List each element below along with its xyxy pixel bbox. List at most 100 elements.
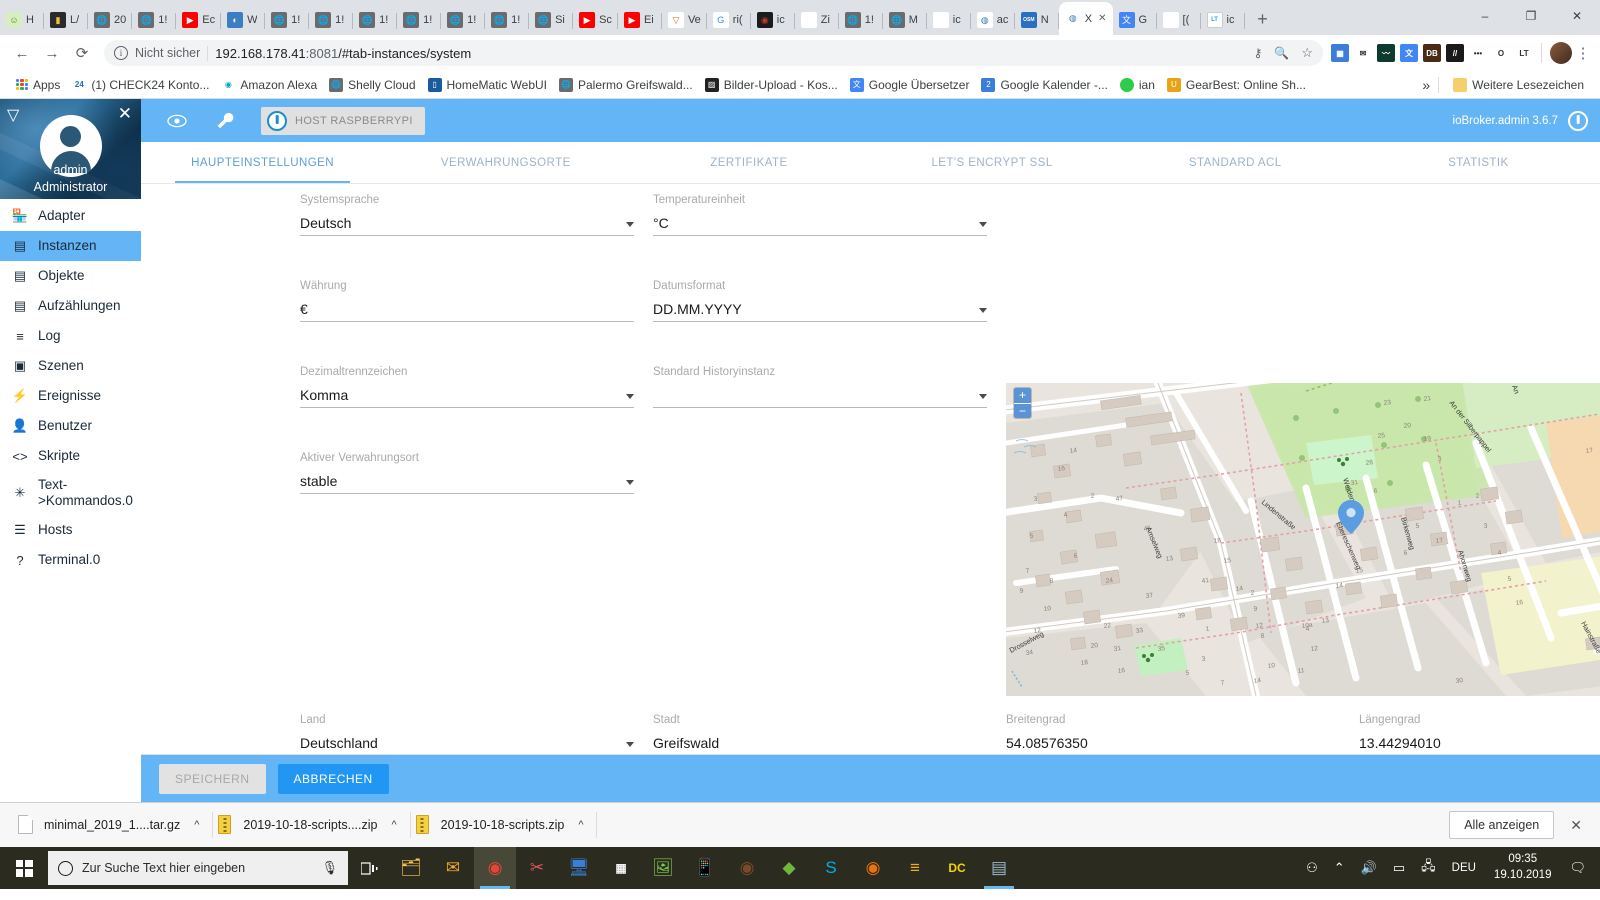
taskbar-notes-app[interactable]: ▤ xyxy=(978,847,1020,889)
dark-green-extension[interactable]: 〰 xyxy=(1377,44,1395,62)
cancel-button[interactable]: ABBRECHEN xyxy=(277,763,389,794)
other-bookmarks-folder[interactable]: Weitere Lesezeichen xyxy=(1447,75,1590,95)
sidebar-item-instanzen[interactable]: ▤ Instanzen xyxy=(0,231,141,261)
map-zoom-in-button[interactable]: + xyxy=(1014,388,1031,403)
back-button[interactable]: ← xyxy=(8,39,36,67)
taskbar-mail-client[interactable]: ✉ xyxy=(432,847,474,889)
field-waehrung[interactable]: Währung € xyxy=(300,280,634,322)
chevron-down-icon[interactable] xyxy=(979,222,987,227)
microphone-icon[interactable]: 🎙 xyxy=(321,860,338,876)
blue-grid-extension[interactable]: ▦ xyxy=(1331,44,1349,62)
tab-statistik[interactable]: STATISTIK xyxy=(1357,142,1600,183)
tab-verwahrungsorte[interactable]: VERWAHRUNGSORTE xyxy=(384,142,627,183)
field-systemsprache[interactable]: Systemsprache Deutsch xyxy=(300,194,634,236)
browser-tab[interactable]: LT ic xyxy=(1201,5,1245,35)
browser-tab[interactable]: ◉ ic xyxy=(751,5,795,35)
sidebar-item-objekte[interactable]: ▤ Objekte xyxy=(0,261,141,291)
volume-icon[interactable]: 🔊 xyxy=(1353,860,1385,876)
field-datumsformat[interactable]: Datumsformat DD.MM.YYYY xyxy=(653,280,987,322)
browser-tab[interactable]: 🌐 1! xyxy=(353,5,398,35)
sidebar-collapse-icon[interactable]: ▽ xyxy=(7,105,19,125)
taskbar-phone-link[interactable]: 📱 xyxy=(684,847,726,889)
location-map[interactable]: + − i xyxy=(1006,383,1600,696)
bookmark-item[interactable]: ◉ Amazon Alexa xyxy=(215,75,323,95)
browser-tab[interactable]: 🌐 1! xyxy=(839,5,883,35)
field-laengengrad[interactable]: Längengrad 13.44294010 xyxy=(1359,714,1600,756)
browser-tab[interactable]: ◍ X ✕ xyxy=(1058,2,1113,35)
browser-tab[interactable]: ▶ Ei xyxy=(618,5,662,35)
save-button[interactable]: SPEICHERN xyxy=(159,763,266,794)
taskbar-firefox[interactable]: ◉ xyxy=(852,847,894,889)
field-temperatureinheit[interactable]: Temperatureinheit °C xyxy=(653,194,987,236)
db-extension[interactable]: DB xyxy=(1423,44,1441,62)
taskbar-search-box[interactable]: Zur Suche Text hier eingeben 🎙 xyxy=(48,851,348,885)
maximize-button[interactable]: ❐ xyxy=(1508,0,1554,32)
browser-tab[interactable]: 🌐 1! xyxy=(309,5,354,35)
show-hidden-icons-chevron[interactable]: ⌃ xyxy=(1326,860,1353,876)
taskbar-google-chrome[interactable]: ◉ xyxy=(474,847,516,889)
battery-icon[interactable]: ▭ xyxy=(1385,860,1413,876)
chevron-down-icon[interactable] xyxy=(626,742,634,747)
notification-center-icon[interactable]: 🗨 xyxy=(1561,860,1594,876)
field-land[interactable]: Land Deutschland xyxy=(300,714,634,756)
browser-tab[interactable]: 文G xyxy=(1113,5,1157,35)
tab-haupteinstellungen[interactable]: HAUPTEINSTELLUNGEN xyxy=(141,142,384,183)
site-info-icon[interactable]: i xyxy=(114,46,128,60)
sidebar-item-aufz-hlungen[interactable]: ▤ Aufzählungen xyxy=(0,291,141,321)
minimize-button[interactable]: – xyxy=(1462,0,1508,32)
taskbar-file-explorer[interactable]: 🗂 xyxy=(390,847,432,889)
browser-tab[interactable]: ◍ ac xyxy=(971,5,1015,35)
browser-tab[interactable]: OSM N xyxy=(1015,5,1059,35)
taskbar-dc19-app[interactable]: DC xyxy=(936,847,978,889)
download-item[interactable]: minimal_2019_1....tar.gz ^ xyxy=(14,810,214,840)
browser-tab[interactable]: 🌐 1! xyxy=(397,5,442,35)
show-all-downloads-button[interactable]: Alle anzeigen xyxy=(1449,811,1555,839)
tab-standard-acl[interactable]: STANDARD ACL xyxy=(1114,142,1357,183)
browser-tab[interactable]: 🌐 1! xyxy=(441,5,486,35)
sidebar-item-ereignisse[interactable]: ⚡ Ereignisse xyxy=(0,381,141,411)
taskbar-photo-viewer[interactable]: 🖼 xyxy=(642,847,684,889)
host-selector-chip[interactable]: HOST RASPBERRYPI xyxy=(261,106,425,135)
browser-tab[interactable]: Zi xyxy=(795,5,839,35)
download-menu-caret-icon[interactable]: ^ xyxy=(391,819,396,831)
opera-extension[interactable]: O xyxy=(1492,44,1510,62)
sidebar-item-log[interactable]: ≡ Log xyxy=(0,321,141,351)
field-dezimaltrennzeichen[interactable]: Dezimaltrennzeichen Komma xyxy=(300,366,634,408)
download-item[interactable]: 2019-10-18-scripts....zip ^ xyxy=(213,810,411,840)
task-view-button[interactable] xyxy=(348,847,390,889)
browser-tab[interactable]: ▽ Ve xyxy=(662,5,707,35)
chevron-down-icon[interactable] xyxy=(979,394,987,399)
browser-tab[interactable]: Gri( xyxy=(707,5,751,35)
profile-avatar[interactable] xyxy=(1550,42,1572,64)
map-zoom-controls[interactable]: + − xyxy=(1014,388,1031,418)
bookmark-item[interactable]: 文 Google Übersetzer xyxy=(844,75,976,95)
forward-button[interactable]: → xyxy=(38,39,66,67)
bookmark-item[interactable]: ▯ HomeMatic WebUI xyxy=(422,75,553,95)
sidebar-item-text-kommandos-0[interactable]: ✳ Text- >Kommandos.0 xyxy=(0,471,141,515)
tab-let-s-encrypt-ssl[interactable]: LET'S ENCRYPT SSL xyxy=(871,142,1114,183)
sidebar-item-skripte[interactable]: <> Skripte xyxy=(0,441,141,471)
browser-tab[interactable]: 🌐 Si xyxy=(529,5,574,35)
people-icon[interactable]: ⚇ xyxy=(1298,860,1326,876)
map-location-pin[interactable] xyxy=(1338,500,1364,534)
taskbar-audio-app[interactable]: ◉ xyxy=(726,847,768,889)
bookmark-item[interactable]: 🌐 Palermo Greifswald... xyxy=(553,75,699,95)
language-indicator[interactable]: DEU xyxy=(1444,862,1484,874)
download-menu-caret-icon[interactable]: ^ xyxy=(194,819,199,831)
chrome-menu-icon[interactable]: ⋮ xyxy=(1574,44,1592,62)
browser-tab[interactable]: ic xyxy=(927,5,971,35)
zoom-search-icon[interactable]: 🔍 xyxy=(1274,46,1289,60)
browser-tab[interactable]: ▮ L/ xyxy=(44,5,88,35)
field-historyinstanz[interactable]: Standard Historyinstanz xyxy=(653,366,987,408)
browser-tab[interactable]: 🌐 1! xyxy=(485,5,530,35)
sidebar-close-icon[interactable]: ✕ xyxy=(118,104,132,124)
bookmark-item[interactable]: 24 (1) CHECK24 Konto... xyxy=(66,75,215,95)
reload-button[interactable]: ⟳ xyxy=(68,39,96,67)
taskbar-clock[interactable]: 09:35 19.10.2019 xyxy=(1484,852,1562,883)
chevron-down-icon[interactable] xyxy=(979,308,987,313)
bookmark-item[interactable]: ▨ Bilder-Upload - Kos... xyxy=(699,75,844,95)
languagetool-extension[interactable]: LT xyxy=(1515,44,1533,62)
browser-tab[interactable]: 🌐 M xyxy=(883,5,927,35)
taskbar-remote-desktop[interactable]: 🖥 xyxy=(558,847,600,889)
chevron-down-icon[interactable] xyxy=(626,222,634,227)
